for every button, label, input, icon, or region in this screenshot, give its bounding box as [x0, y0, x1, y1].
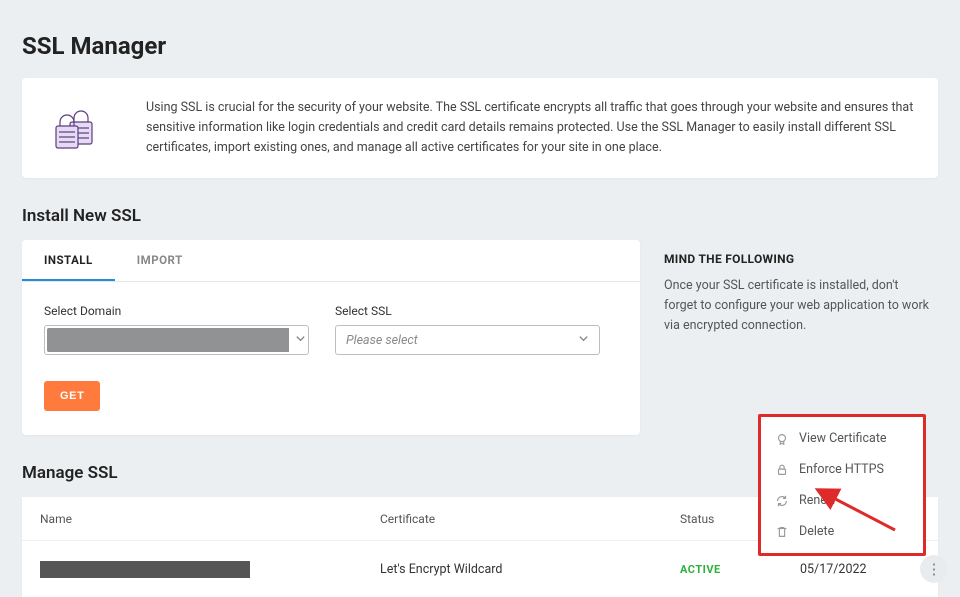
kebab-icon: ⋮ — [927, 560, 942, 578]
col-name: Name — [40, 512, 380, 526]
menu-label: Renew — [799, 493, 836, 508]
lock-icon — [775, 463, 789, 477]
redacted-domain-value — [47, 328, 289, 352]
cell-certificate: Let's Encrypt Wildcard — [380, 562, 680, 577]
refresh-icon — [775, 494, 789, 508]
menu-label: Enforce HTTPS — [799, 462, 884, 477]
get-button[interactable]: GET — [44, 381, 100, 411]
redacted-ssl-name — [40, 561, 250, 578]
install-ssl-heading: Install New SSL — [22, 206, 938, 226]
menu-item-enforce-https[interactable]: Enforce HTTPS — [761, 454, 923, 485]
col-certificate: Certificate — [380, 512, 680, 526]
select-ssl-dropdown[interactable]: Please select — [335, 325, 600, 355]
page-title: SSL Manager — [22, 32, 938, 60]
tab-bar: INSTALL IMPORT — [22, 240, 640, 282]
tab-import[interactable]: IMPORT — [115, 240, 205, 281]
menu-item-view-certificate[interactable]: View Certificate — [761, 423, 923, 454]
select-ssl-label: Select SSL — [335, 304, 600, 318]
padlock-icon — [46, 98, 104, 158]
side-heading: MIND THE FOLLOWING — [664, 252, 932, 266]
chevron-down-icon — [578, 333, 589, 348]
info-text: Using SSL is crucial for the security of… — [146, 98, 914, 158]
row-actions-dropdown: View Certificate Enforce HTTPS Renew Del… — [758, 414, 926, 556]
info-card: Using SSL is crucial for the security of… — [22, 78, 938, 178]
menu-item-delete[interactable]: Delete — [761, 516, 923, 547]
trash-icon — [775, 525, 789, 539]
select-ssl-placeholder: Please select — [346, 333, 418, 348]
tab-install[interactable]: INSTALL — [22, 240, 115, 281]
cell-expires: 05/17/2022 — [800, 562, 920, 577]
select-domain-dropdown[interactable] — [44, 325, 309, 355]
side-text: Once your SSL certificate is installed, … — [664, 276, 932, 336]
status-badge: ACTIVE — [680, 563, 800, 576]
side-panel: MIND THE FOLLOWING Once your SSL certifi… — [658, 240, 938, 435]
certificate-icon — [775, 432, 789, 446]
chevron-down-icon — [295, 333, 306, 348]
row-actions-button[interactable]: ⋮ — [920, 555, 948, 583]
select-domain-label: Select Domain — [44, 304, 309, 318]
install-panel: INSTALL IMPORT Select Domain — [22, 240, 640, 435]
menu-label: View Certificate — [799, 431, 887, 446]
menu-item-renew[interactable]: Renew — [761, 485, 923, 516]
menu-label: Delete — [799, 524, 834, 539]
